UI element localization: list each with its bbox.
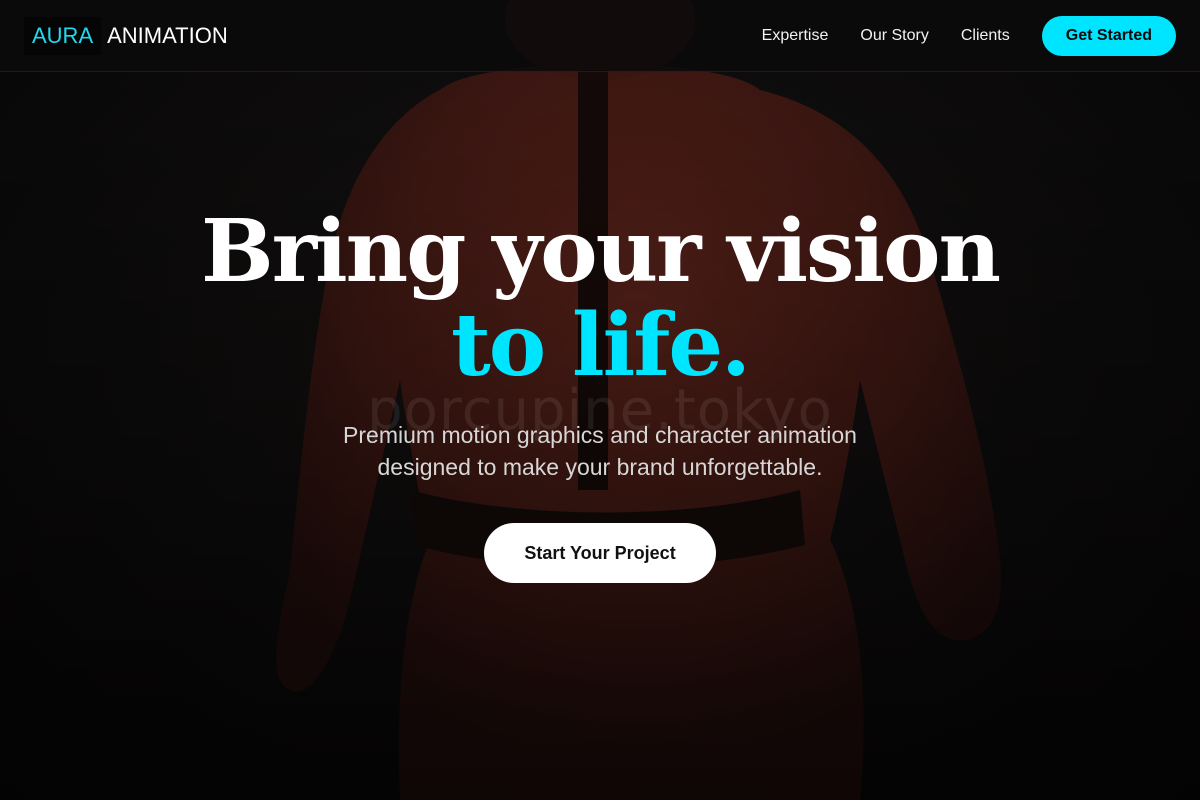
hero-title-line1: Bring your vision <box>201 201 1001 302</box>
logo-accent-text: AURA <box>24 17 102 55</box>
hero-title-line2: to life. <box>450 295 751 396</box>
hero-section: Bring your vision to life. Premium motio… <box>0 205 1200 583</box>
hero-title: Bring your vision to life. <box>0 205 1200 393</box>
main-nav: Expertise Our Story Clients Get Started <box>762 16 1176 56</box>
nav-link-our-story[interactable]: Our Story <box>860 27 928 45</box>
logo-main-text: ANIMATION <box>107 23 228 48</box>
site-header: AURA ANIMATION Expertise Our Story Clien… <box>0 0 1200 72</box>
hero-subtitle-line1: Premium motion graphics and character an… <box>343 422 857 448</box>
nav-link-expertise[interactable]: Expertise <box>762 27 829 45</box>
get-started-button[interactable]: Get Started <box>1041 16 1176 56</box>
brand-logo[interactable]: AURA ANIMATION <box>24 17 228 55</box>
hero-subtitle: Premium motion graphics and character an… <box>280 419 920 483</box>
hero-subtitle-line2: designed to make your brand unforgettabl… <box>377 454 823 480</box>
start-your-project-button[interactable]: Start Your Project <box>484 523 716 583</box>
page: porcupine.tokyo AURA ANIMATION Expertise… <box>0 0 1200 800</box>
nav-link-clients[interactable]: Clients <box>961 27 1010 45</box>
